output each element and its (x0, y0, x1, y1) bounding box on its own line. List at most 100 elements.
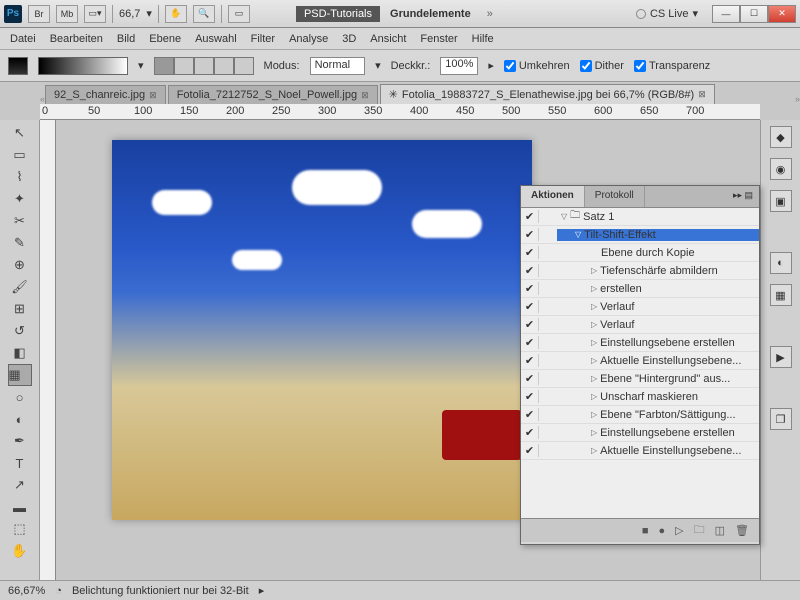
transparenz-check[interactable]: Transparenz (634, 60, 710, 72)
tractor-subject (442, 410, 522, 460)
menu-filter[interactable]: Filter (251, 33, 275, 45)
hand-tool[interactable]: ✋ (8, 540, 32, 562)
adjustments-panel-icon[interactable]: ◐ (770, 252, 792, 274)
ruler-vertical[interactable] (40, 120, 56, 580)
marquee-tool[interactable]: ▭ (8, 144, 32, 166)
menu-datei[interactable]: Datei (10, 33, 36, 45)
workspace-grund[interactable]: Grundelemente (386, 6, 475, 22)
workspace-psd[interactable]: PSD-Tutorials (296, 6, 380, 22)
tab-scroll-right[interactable]: » (795, 94, 800, 104)
swatches-panel-icon[interactable]: ◉ (770, 158, 792, 180)
eraser-tool[interactable]: ◧ (8, 342, 32, 364)
tab-3[interactable]: ✳Fotolia_19883727_S_Elenathewise.jpg bei… (380, 84, 715, 104)
menu-bar: Datei Bearbeiten Bild Ebene Auswahl Filt… (0, 28, 800, 50)
status-zoom[interactable]: 66,67% (8, 585, 45, 597)
status-bar: 66,67% ◔ Belichtung funktioniert nur bei… (0, 580, 800, 600)
tab-aktionen[interactable]: Aktionen (521, 186, 585, 207)
close-icon[interactable]: ⊠ (149, 90, 157, 101)
tool-preset[interactable] (8, 57, 28, 75)
title-bar: Ps Br Mb ▭▾ 66,7▾ ✋ 🔍 ▭ PSD-Tutorials Gr… (0, 0, 800, 28)
dodge-tool[interactable]: ◐ (8, 408, 32, 430)
blur-tool[interactable]: ○ (8, 386, 32, 408)
layers-panel-icon[interactable]: ❐ (770, 408, 792, 430)
tab-1[interactable]: 92_S_chanreic.jpg⊠ (45, 85, 166, 104)
menu-ebene[interactable]: Ebene (149, 33, 181, 45)
history-tool[interactable]: ↺ (8, 320, 32, 342)
actions-list[interactable]: ✔▽🗀Satz 1 ✔▽Tilt-Shift-Effekt ✔Ebene dur… (521, 208, 759, 518)
gradient-diamond[interactable] (234, 57, 254, 75)
menu-fenster[interactable]: Fenster (420, 33, 457, 45)
bridge-icon[interactable]: Br (28, 5, 50, 23)
modus-label: Modus: (264, 60, 300, 72)
status-message: Belichtung funktioniert nur bei 32-Bit (72, 585, 249, 597)
action-tilt-shift[interactable]: ✔▽Tilt-Shift-Effekt (521, 226, 759, 244)
pen-tool[interactable]: ✒ (8, 430, 32, 452)
styles-panel-icon[interactable]: ▣ (770, 190, 792, 212)
wand-tool[interactable]: ✦ (8, 188, 32, 210)
brush-tool[interactable]: 🖌 (8, 276, 32, 298)
gradient-radial[interactable] (174, 57, 194, 75)
close-button[interactable]: ✕ (768, 5, 796, 23)
new-set-icon[interactable]: 🗀 (694, 521, 705, 540)
panels-dock: ◆ ◉ ▣ ◐ ▦ ▶ ❐ (760, 120, 800, 580)
gradient-angle[interactable] (194, 57, 214, 75)
zoom-icon[interactable]: 🔍 (193, 5, 215, 23)
lasso-tool[interactable]: ⌇ (8, 166, 32, 188)
gradient-reflected[interactable] (214, 57, 234, 75)
layout-icon[interactable]: ▭▾ (84, 5, 106, 23)
document-tabs: « 92_S_chanreic.jpg⊠ Fotolia_7212752_S_N… (0, 82, 800, 104)
menu-auswahl[interactable]: Auswahl (195, 33, 237, 45)
path-tool[interactable]: ↗ (8, 474, 32, 496)
record-icon[interactable]: ● (659, 525, 666, 537)
play-icon[interactable]: ▷ (675, 524, 683, 537)
deckkraft-label: Deckkr.: (391, 60, 431, 72)
new-action-icon[interactable]: ◫ (715, 524, 725, 537)
menu-hilfe[interactable]: Hilfe (472, 33, 494, 45)
heal-tool[interactable]: ⊕ (8, 254, 32, 276)
chevron-icon[interactable]: » (487, 8, 493, 20)
zoom-value[interactable]: 66,7 (119, 8, 140, 20)
type-tool[interactable]: T (8, 452, 32, 474)
canvas[interactable] (112, 140, 532, 520)
menu-ansicht[interactable]: Ansicht (370, 33, 406, 45)
play-panel-icon[interactable]: ▶ (770, 346, 792, 368)
actions-footer: ■ ● ▷ 🗀 ◫ 🗑 (521, 518, 759, 542)
3d-tool[interactable]: ⬚ (8, 518, 32, 540)
gradient-preview[interactable] (38, 57, 128, 75)
menu-bild[interactable]: Bild (117, 33, 135, 45)
menu-bearbeiten[interactable]: Bearbeiten (50, 33, 103, 45)
shape-tool[interactable]: ▬ (8, 496, 32, 518)
actions-panel: Aktionen Protokoll ▸▸ ▤ ✔▽🗀Satz 1 ✔▽Tilt… (520, 185, 760, 545)
umkehren-check[interactable]: Umkehren (504, 60, 570, 72)
minimize-button[interactable]: — (712, 5, 740, 23)
stop-icon[interactable]: ■ (642, 525, 649, 537)
hand-icon[interactable]: ✋ (165, 5, 187, 23)
dither-check[interactable]: Dither (580, 60, 624, 72)
crop-tool[interactable]: ✂ (8, 210, 32, 232)
masks-panel-icon[interactable]: ▦ (770, 284, 792, 306)
gradient-linear[interactable] (154, 57, 174, 75)
minibridge-icon[interactable]: Mb (56, 5, 78, 23)
cslive[interactable]: CS Live▾ (636, 7, 698, 20)
close-icon[interactable]: ⊠ (698, 89, 706, 100)
color-panel-icon[interactable]: ◆ (770, 126, 792, 148)
cslive-icon (636, 9, 646, 19)
ruler-horizontal[interactable]: 0501001502002503003504004505005506006507… (40, 104, 760, 120)
gradient-tool[interactable]: ▦ (8, 364, 32, 386)
maximize-button[interactable]: ☐ (740, 5, 768, 23)
options-bar: ▾ Modus: Normal▾ Deckkr.: 100%▸ Umkehren… (0, 50, 800, 82)
delete-icon[interactable]: 🗑 (735, 524, 749, 537)
screen-icon[interactable]: ▭ (228, 5, 250, 23)
move-tool[interactable]: ↖ (8, 122, 32, 144)
modus-select[interactable]: Normal (310, 57, 365, 75)
tab-protokoll[interactable]: Protokoll (585, 186, 645, 207)
eyedropper-tool[interactable]: ✎ (8, 232, 32, 254)
photoshop-icon: Ps (4, 5, 22, 23)
menu-3d[interactable]: 3D (342, 33, 356, 45)
tab-2[interactable]: Fotolia_7212752_S_Noel_Powell.jpg⊠ (168, 85, 378, 104)
menu-analyse[interactable]: Analyse (289, 33, 328, 45)
panel-menu-icon[interactable]: ▸▸ ▤ (727, 186, 759, 207)
close-icon[interactable]: ⊠ (361, 90, 369, 101)
deckkraft-input[interactable]: 100% (440, 57, 478, 75)
stamp-tool[interactable]: ⊞ (8, 298, 32, 320)
